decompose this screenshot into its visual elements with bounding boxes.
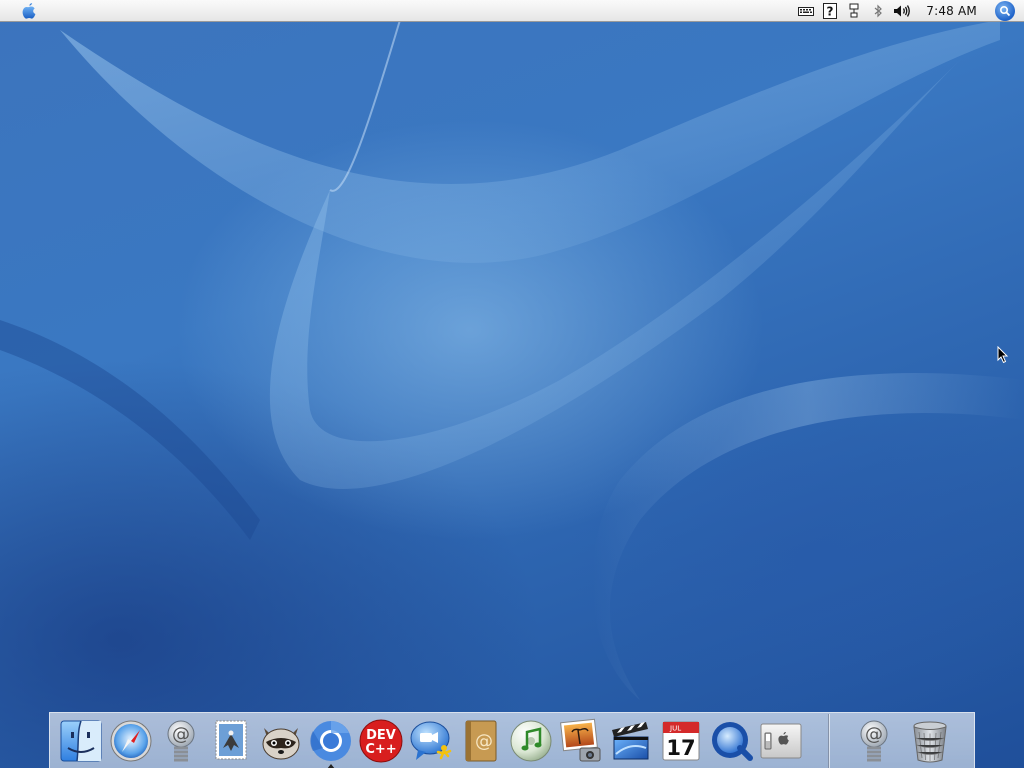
dock-item-ical[interactable]: JUL 17 [656, 716, 706, 766]
keyboard-icon[interactable] [796, 2, 816, 20]
dock-item-ichat[interactable] [406, 716, 456, 766]
system-switch-apple-icon [760, 723, 802, 758]
raccoon-icon [262, 727, 300, 759]
apple-logo-icon[interactable] [18, 1, 40, 21]
devcpp-icon: DEV C++ [359, 719, 403, 762]
wallpaper-swooshes [0, 19, 1024, 700]
dock-item-chromium[interactable] [306, 716, 356, 768]
dock-item-raccoon[interactable] [256, 716, 306, 766]
dock-item-trash[interactable] [905, 716, 955, 766]
ical-day: 17 [666, 736, 695, 760]
dock-item-iphoto[interactable] [556, 716, 606, 766]
address-book-label: @ [475, 731, 493, 752]
address-book-icon: @ [465, 720, 497, 761]
svg-text:?: ? [827, 4, 834, 18]
dock-item-system-preferences[interactable] [756, 716, 806, 766]
ichat-aim-icon [410, 721, 452, 760]
iphoto-icon [560, 718, 601, 761]
quicktime-icon [712, 721, 753, 761]
network-icon[interactable] [844, 2, 864, 20]
dock-item-mail-at[interactable]: @ [156, 716, 206, 766]
trash-icon [913, 721, 947, 762]
help-icon[interactable]: ? [820, 2, 840, 20]
dock-item-itunes[interactable] [506, 716, 556, 766]
chromium-icon [310, 720, 351, 761]
at-sign-spring-icon: @ [167, 720, 195, 761]
dock-separator [828, 713, 829, 768]
dock-item-address-book[interactable]: @ [456, 716, 506, 766]
svg-text:@: @ [865, 724, 883, 745]
volume-icon[interactable] [892, 2, 912, 20]
dock-item-quicktime[interactable] [706, 716, 756, 766]
mail-stamp-eagle-icon [215, 720, 247, 759]
ical-calendar-icon: JUL 17 [662, 721, 700, 760]
dock-item-safari[interactable] [106, 716, 156, 766]
devcpp-label: DEV [366, 728, 396, 743]
svg-text:@: @ [172, 724, 190, 745]
safari-compass-icon [110, 720, 152, 761]
ical-month: JUL [669, 724, 681, 732]
dock: @ DEV C++ @ JUL 17 @ [49, 712, 975, 768]
dock-item-mail[interactable] [206, 716, 256, 766]
running-indicator [327, 763, 335, 768]
bluetooth-icon[interactable] [868, 2, 888, 20]
dock-item-finder[interactable] [56, 716, 106, 766]
dock-item-imovie[interactable] [606, 716, 656, 766]
dock-item-devcpp[interactable]: DEV C++ [356, 716, 406, 766]
at-sign-spring-icon: @ [860, 720, 888, 761]
desktop-wallpaper [0, 0, 1024, 768]
dock-item-mail-at-docked[interactable]: @ [849, 716, 899, 766]
menu-bar: ? 7:48 AM [0, 0, 1024, 22]
spotlight-search-icon[interactable] [995, 0, 1015, 21]
devcpp-label2: C++ [365, 742, 396, 757]
finder-icon [60, 720, 102, 761]
menubar-clock[interactable]: 7:48 AM [926, 4, 977, 18]
itunes-icon [510, 720, 552, 761]
mouse-cursor-icon [997, 345, 1009, 368]
imovie-clapper-icon [612, 721, 649, 759]
